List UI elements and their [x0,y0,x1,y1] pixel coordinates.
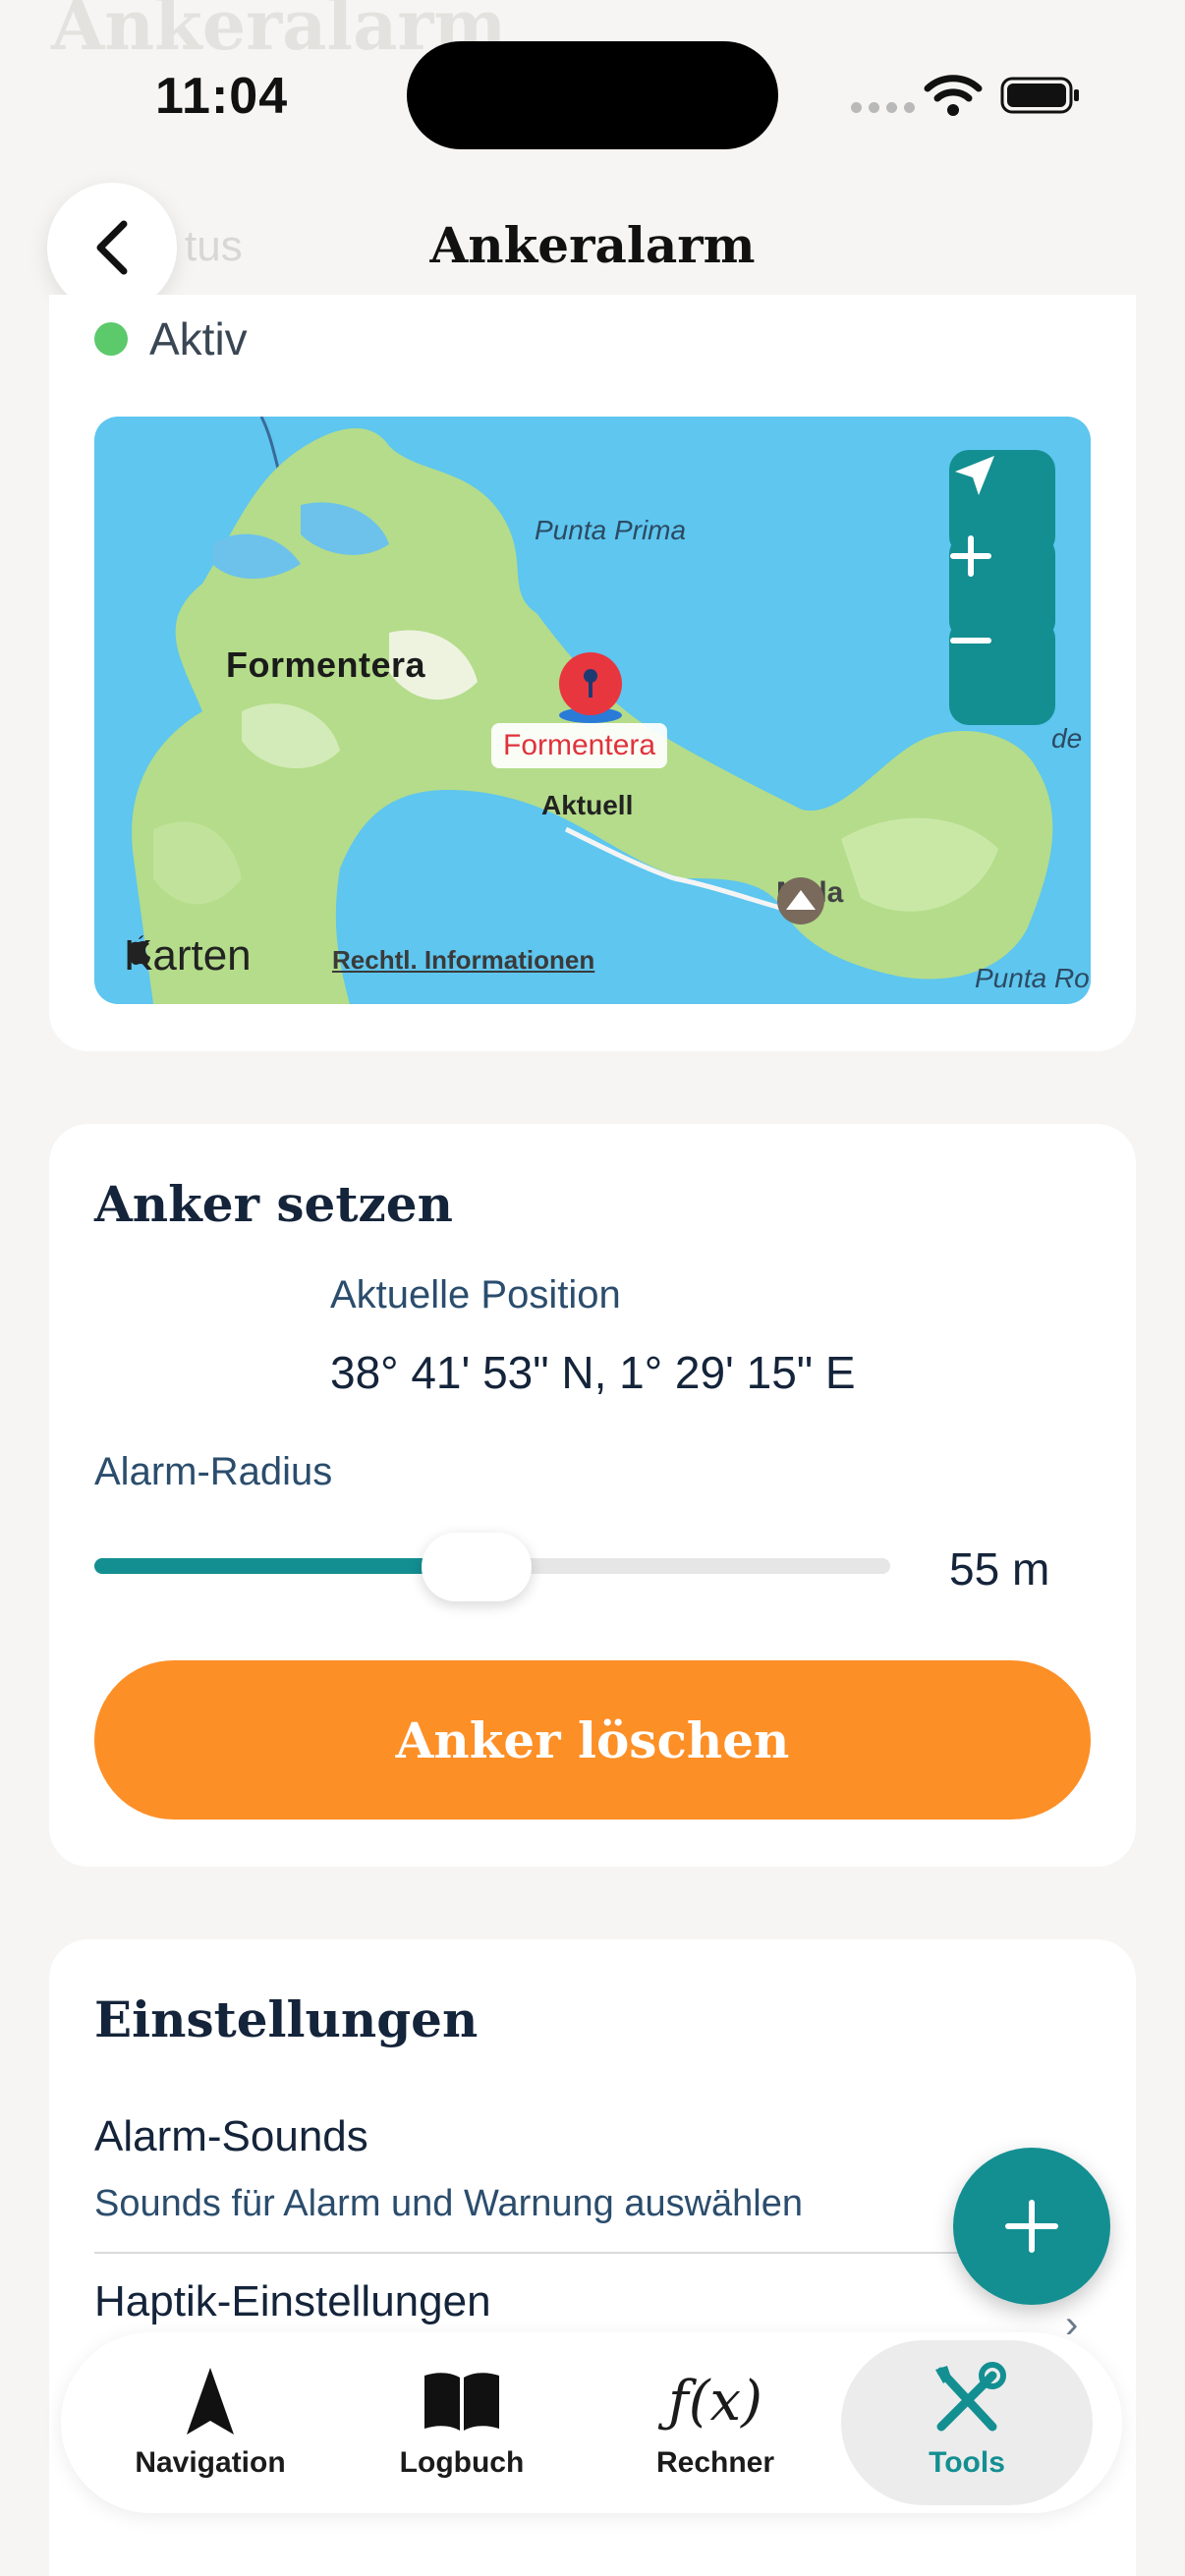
map-label-formentera: Formentera [226,644,426,685]
tab-bar: Navigation Logbuch ƒ(x) Rechner Tools [61,2332,1122,2513]
status-row: Aktiv [94,312,248,365]
plus-icon [1005,2200,1058,2253]
map-brand: Karten [124,931,252,980]
radius-slider-thumb[interactable] [421,1533,532,1601]
anchor-section-title: Anker setzen [94,1175,453,1233]
tab-label: Logbuch [399,2446,525,2479]
settings-row-subtitle: Sounds für Alarm und Warnung auswählen [94,2183,804,2224]
tab-tools[interactable]: Tools [841,2340,1093,2505]
tab-label: Tools [929,2446,1005,2479]
tools-icon [935,2362,1006,2432]
map-label-current-position: Aktuell [541,790,634,820]
tab-label: Rechner [655,2446,775,2479]
dynamic-island [407,41,778,149]
tab-navigation[interactable]: Navigation [85,2340,336,2505]
alarm-radius-label: Alarm-Radius [94,1450,333,1493]
settings-section-title: Einstellungen [94,1990,479,2048]
map-legal-link[interactable]: Rechtl. Informationen [332,945,594,976]
zoom-out-button[interactable] [949,619,1055,725]
map-view[interactable]: Punta Prima Formentera de Aktuell Formen… [94,417,1091,1004]
settings-row-title: Haptik-Einstellungen [94,2277,491,2325]
map-label-punta-r: Punta Ro [975,963,1090,993]
navigation-arrow-icon [187,2368,234,2435]
current-position-label: Aktuelle Position [330,1273,621,1316]
map-label-fragment: de [1051,723,1083,754]
battery-icon [1000,77,1079,114]
mountain-icon [777,877,824,924]
apple-logo-icon [128,935,150,965]
add-fab-button[interactable] [953,2148,1110,2305]
wifi-icon [924,75,983,116]
location-arrow-icon [955,456,994,495]
anchor-pin-label: Formentera [491,723,668,768]
radius-slider-fill [94,1558,477,1574]
delete-anchor-button[interactable]: Anker löschen [94,1660,1091,1820]
page-title: Ankeralarm [429,216,756,274]
alarm-radius-value: 55 m [949,1543,1050,1595]
map-label-punta-prima: Punta Prima [535,515,687,545]
current-position-value: 38° 41' 53" N, 1° 29' 15" E [330,1347,856,1398]
status-time: 11:04 [155,68,289,125]
cellular-icon [851,102,915,113]
function-icon: ƒ(x) [667,2369,762,2434]
tab-label: Navigation [135,2446,286,2479]
tab-logbook[interactable]: Logbuch [336,2340,588,2505]
settings-divider [94,2252,1091,2254]
status-dot [94,322,128,356]
tab-calculator[interactable]: ƒ(x) Rechner [590,2340,841,2505]
anchor-pin-icon[interactable] [556,652,625,723]
book-icon [424,2373,499,2431]
map-label-mola: Mola [776,876,843,924]
plus-icon [950,535,991,577]
status-label: Aktiv [149,313,248,364]
settings-row-title: Alarm-Sounds [94,2112,368,2160]
minus-icon [950,638,991,644]
